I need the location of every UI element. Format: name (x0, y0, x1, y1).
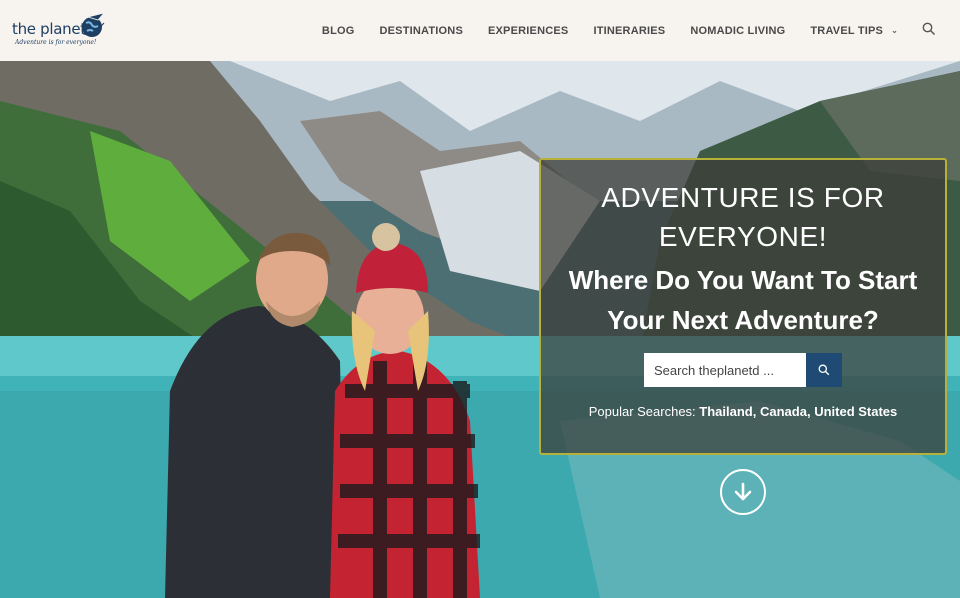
nav-destinations-label: DESTINATIONS (379, 24, 463, 37)
globe-plane-icon (81, 12, 106, 37)
nav-nomadic-living[interactable]: NOMADIC LIVING (690, 25, 785, 37)
nav-nomadic-living-label: NOMADIC LIVING (690, 24, 786, 37)
popular-searches: Popular Searches: Thailand, Canada, Unit… (541, 404, 945, 419)
hero-subtitle-line-2: Your Next Adventure? (607, 305, 879, 335)
nav-experiences[interactable]: EXPERIENCES (488, 25, 568, 37)
logo-text: the planet (12, 20, 86, 38)
nav-blog[interactable]: BLOG (322, 25, 355, 37)
nav-travel-tips-label: TRAVEL TIPS (810, 24, 884, 37)
popular-link-canada[interactable]: Canada (760, 404, 807, 419)
search-icon (922, 22, 936, 36)
scroll-down-button[interactable] (720, 469, 766, 515)
hero-title-line-2: EVERYONE! (658, 221, 828, 252)
nav-blog-label: BLOG (321, 24, 355, 37)
hero-subtitle-line-1: Where Do You Want To Start (568, 265, 918, 295)
hero-subtitle: Where Do You Want To Start Your Next Adv… (541, 260, 945, 340)
site-header: the planet Adventure is for everyone! BL… (0, 0, 960, 61)
arrow-down-circle-icon (734, 482, 752, 501)
hero-search-input[interactable]: Search theplanetd ... (644, 353, 806, 387)
search-icon (818, 364, 830, 376)
hero-section: ADVENTURE IS FOR EVERYONE! Where Do You … (0, 61, 960, 598)
nav-travel-tips[interactable]: TRAVEL TIPS ⌄ (810, 25, 898, 37)
nav-destinations[interactable]: DESTINATIONS (380, 25, 463, 37)
hero-title-line-1: ADVENTURE IS FOR (601, 182, 885, 213)
popular-link-united-states[interactable]: United States (814, 404, 897, 419)
chevron-down-icon: ⌄ (891, 26, 898, 35)
nav-itineraries[interactable]: ITINERARIES (593, 25, 665, 37)
hero-search-form: Search theplanetd ... (644, 353, 842, 387)
main-nav: BLOG DESTINATIONS EXPERIENCES ITINERARIE… (322, 0, 898, 61)
nav-itineraries-label: ITINERARIES (593, 24, 666, 37)
popular-separator: , (752, 404, 760, 419)
header-search-button[interactable] (922, 22, 938, 38)
popular-link-thailand[interactable]: Thailand (699, 404, 752, 419)
popular-searches-label: Popular Searches: (588, 404, 696, 419)
hero-search-panel: ADVENTURE IS FOR EVERYONE! Where Do You … (539, 158, 947, 455)
hero-search-submit-button[interactable] (806, 353, 842, 387)
site-logo[interactable]: the planet Adventure is for everyone! (12, 10, 112, 52)
nav-experiences-label: EXPERIENCES (487, 24, 569, 37)
hero-title: ADVENTURE IS FOR EVERYONE! (541, 178, 945, 256)
